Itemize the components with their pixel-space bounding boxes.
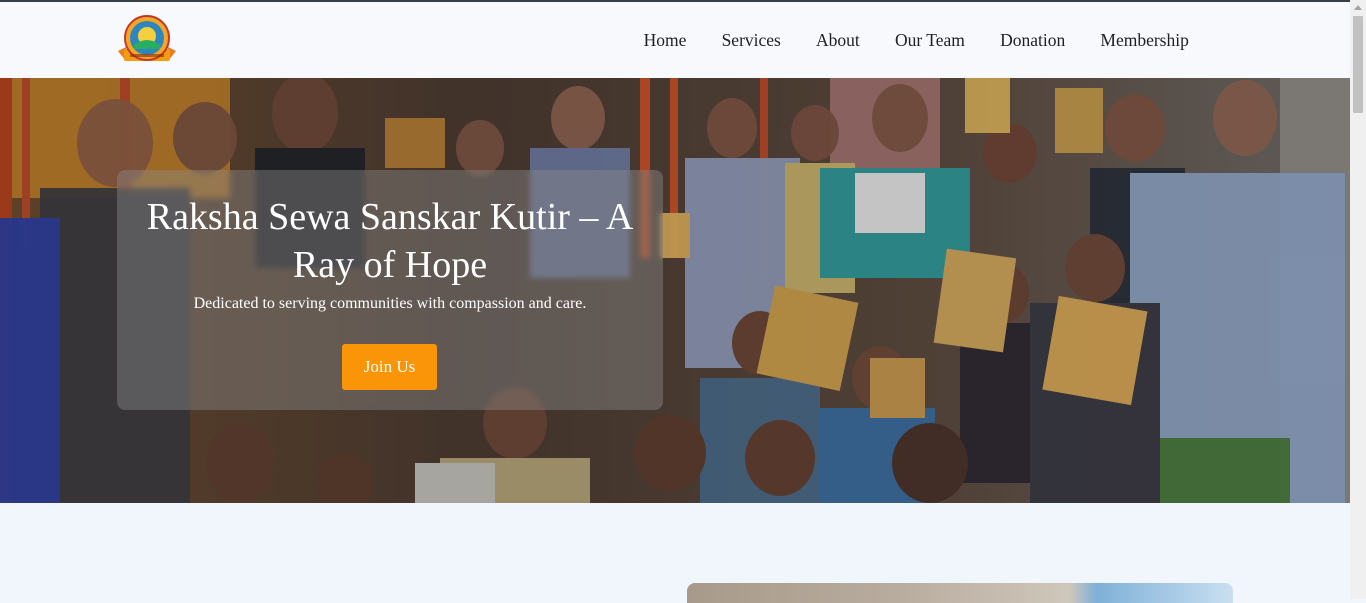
nav-membership[interactable]: Membership bbox=[1100, 30, 1188, 51]
nav-about[interactable]: About bbox=[816, 30, 860, 51]
hero-subtitle: Dedicated to serving communities with co… bbox=[193, 295, 587, 312]
navbar: Home Services About Our Team Donation Me… bbox=[0, 2, 1350, 78]
hero-card: Raksha Sewa Sanskar Kutir – A Ray of Hop… bbox=[117, 170, 663, 410]
scroll-thumb[interactable] bbox=[1353, 16, 1363, 113]
nav-our-team[interactable]: Our Team bbox=[895, 30, 965, 51]
join-us-button[interactable]: Join Us bbox=[342, 344, 437, 390]
page-scrollbar[interactable] bbox=[1350, 0, 1366, 599]
hero-title: Raksha Sewa Sanskar Kutir – A Ray of Hop… bbox=[146, 196, 634, 286]
scroll-up-arrow-icon[interactable] bbox=[1354, 5, 1362, 10]
about-section-image bbox=[687, 583, 1233, 603]
nav-donation[interactable]: Donation bbox=[1000, 30, 1065, 51]
nav-services[interactable]: Services bbox=[722, 30, 781, 51]
main-nav: Home Services About Our Team Donation Me… bbox=[626, 2, 1206, 78]
hero-section: Raksha Sewa Sanskar Kutir – A Ray of Hop… bbox=[0, 78, 1350, 503]
nav-home[interactable]: Home bbox=[644, 30, 687, 51]
organization-logo[interactable] bbox=[116, 13, 178, 67]
